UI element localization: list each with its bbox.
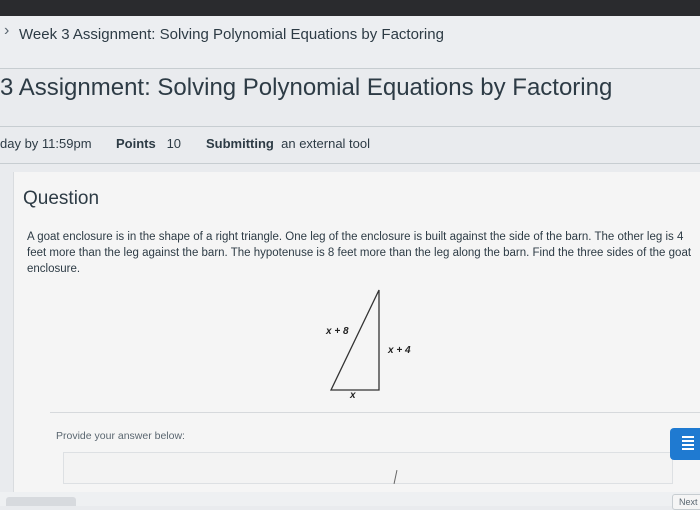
menu-icon [682, 436, 694, 438]
answer-input[interactable] [63, 452, 673, 484]
due-date: day by 11:59pm [0, 136, 92, 151]
points-info: Points 10 [116, 136, 181, 151]
submitting-value: an external tool [281, 136, 371, 151]
answer-prompt: Provide your answer below: [56, 430, 185, 442]
leg-label: x + 4 [388, 345, 411, 356]
triangle-figure [329, 289, 380, 391]
submitting-info: Submitting an external tool [206, 136, 370, 151]
chevron-right-icon: › [4, 22, 10, 39]
question-heading: Question [23, 188, 100, 209]
right-triangle [329, 289, 380, 391]
points-label: Points [116, 136, 156, 151]
previous-button[interactable] [6, 497, 76, 506]
question-text: A goat enclosure is in the shape of a ri… [27, 231, 692, 275]
submitting-label: Submitting [206, 136, 274, 151]
base-label: x [350, 390, 356, 401]
divider [0, 126, 700, 127]
hypotenuse-label: x + 8 [326, 326, 349, 337]
breadcrumb-link[interactable]: Week 3 Assignment: Solving Polynomial Eq… [19, 26, 444, 43]
divider [0, 163, 700, 164]
sidebar-toggle-button[interactable] [670, 428, 700, 460]
top-bar [0, 0, 700, 16]
triangle-diagram: x + 8 x + 4 x [300, 280, 440, 410]
divider [0, 68, 700, 69]
footer-bar [0, 492, 700, 506]
page-title: 3 Assignment: Solving Polynomial Equatio… [0, 74, 613, 101]
points-value: 10 [166, 136, 182, 151]
next-button[interactable]: Next [672, 494, 700, 510]
divider [50, 412, 700, 413]
